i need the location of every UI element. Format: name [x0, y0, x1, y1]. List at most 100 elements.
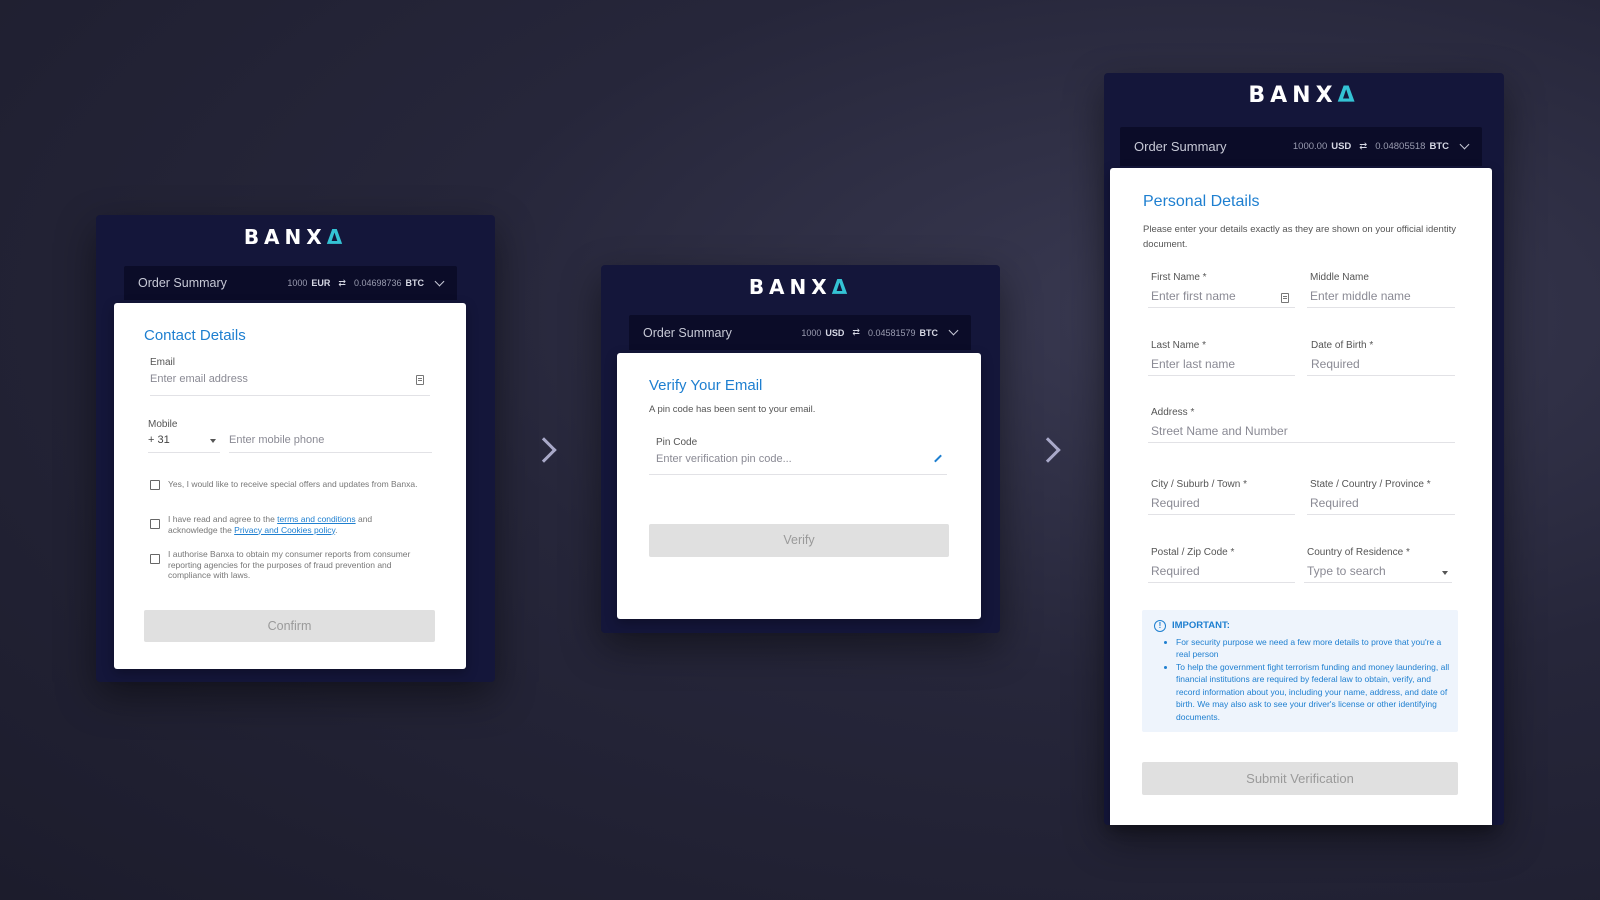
swap-icon: ⇄	[852, 327, 860, 337]
terms-text: I have read and agree to the terms and c…	[168, 514, 410, 535]
offers-checkbox[interactable]	[150, 480, 160, 490]
middle-name-input[interactable]: Enter middle name	[1310, 289, 1411, 303]
address-input[interactable]: Street Name and Number	[1151, 424, 1288, 438]
card-title: Personal Details	[1143, 193, 1260, 210]
chevron-down-icon[interactable]	[1459, 139, 1470, 150]
autofill-icon[interactable]	[416, 375, 424, 385]
logo-mark: Δ	[326, 225, 348, 249]
screen-contact-details: BANXΔ Order Summary 1000 EUR ⇄ 0.0469873…	[96, 215, 495, 682]
fiat-currency: USD	[1331, 141, 1352, 152]
order-summary-bar[interactable]: Order Summary 1000 USD ⇄ 0.04581579 BTC	[629, 315, 971, 350]
fiat-currency: USD	[825, 327, 845, 338]
card-title: Verify Your Email	[649, 377, 763, 394]
important-notice: ! IMPORTANT: For security purpose we nee…	[1142, 610, 1458, 732]
important-item: For security purpose we need a few more …	[1176, 636, 1450, 661]
authorise-text: I authorise Banxa to obtain my consumer …	[168, 549, 411, 580]
state-input[interactable]: Required	[1310, 496, 1359, 510]
card-subtitle: Please enter your details exactly as the…	[1143, 224, 1456, 250]
crypto-currency: BTC	[1429, 141, 1449, 152]
mobile-label: Mobile	[148, 419, 178, 430]
logo-text: BANX	[748, 275, 832, 299]
flow-arrow-2	[1035, 437, 1061, 463]
autofill-icon[interactable]	[1281, 293, 1289, 303]
first-name-input[interactable]: Enter first name	[1151, 289, 1236, 303]
offers-text: Yes, I would like to receive special off…	[168, 479, 418, 489]
address-field[interactable]: Address * Street Name and Number	[1148, 407, 1455, 443]
offers-checkbox-row[interactable]: Yes, I would like to receive special off…	[150, 479, 440, 490]
fiat-amount: 1000.00	[1292, 141, 1328, 152]
terms-text-post: .	[335, 524, 338, 535]
order-summary-bar[interactable]: Order Summary 1000 EUR ⇄ 0.04698736 BTC	[124, 266, 457, 300]
order-amounts: 1000.00 USD ⇄ 0.04805518 BTC	[1293, 141, 1449, 152]
verify-button[interactable]: Verify	[649, 524, 949, 557]
card-subtitle: A pin code has been sent to your email.	[649, 404, 816, 415]
last-name-field[interactable]: Last Name * Enter last name	[1148, 340, 1295, 376]
contact-details-card: Contact Details Email Enter email addres…	[114, 303, 466, 669]
personal-details-card: Personal Details Please enter your detai…	[1110, 168, 1492, 825]
middle-name-label: Middle Name	[1310, 272, 1369, 283]
first-name-field[interactable]: First Name * Enter first name	[1148, 272, 1295, 308]
state-field[interactable]: State / Country / Province * Required	[1307, 479, 1455, 515]
last-name-label: Last Name *	[1151, 340, 1207, 351]
chevron-down-icon[interactable]	[948, 325, 959, 336]
important-heading-text: IMPORTANT:	[1172, 620, 1230, 631]
pin-code-input[interactable]: Enter verification pin code...	[656, 453, 792, 465]
banxa-logo: BANXΔ	[96, 225, 495, 249]
caret-down-icon	[210, 439, 216, 443]
fiat-currency: EUR	[311, 278, 331, 288]
order-amounts: 1000 EUR ⇄ 0.04698736 BTC	[287, 278, 424, 289]
terms-checkbox-row[interactable]: I have read and agree to the terms and c…	[150, 514, 410, 535]
date-of-birth-field[interactable]: Date of Birth * Required	[1307, 340, 1455, 376]
postal-code-label: Postal / Zip Code *	[1151, 547, 1235, 558]
crypto-currency: BTC	[405, 278, 425, 288]
country-code-select[interactable]: Mobile + 31	[148, 419, 220, 453]
card-title: Contact Details	[144, 327, 246, 344]
date-of-birth-label: Date of Birth *	[1311, 340, 1374, 351]
city-field[interactable]: City / Suburb / Town * Required	[1148, 479, 1295, 515]
pin-code-field[interactable]: Pin Code Enter verification pin code...	[649, 437, 947, 475]
swap-icon: ⇄	[1359, 141, 1368, 152]
edit-pencil-icon[interactable]	[934, 454, 942, 463]
important-item: To help the government fight terrorism f…	[1176, 661, 1450, 724]
terms-checkbox[interactable]	[150, 519, 160, 529]
authorise-checkbox-row[interactable]: I authorise Banxa to obtain my consumer …	[150, 549, 412, 581]
date-of-birth-input[interactable]: Required	[1311, 357, 1360, 371]
screen-verify-email: BANXΔ Order Summary 1000 USD ⇄ 0.0458157…	[601, 265, 1000, 633]
email-field[interactable]: Email Enter email address	[150, 357, 430, 396]
email-label: Email	[150, 357, 176, 368]
postal-code-input[interactable]: Required	[1151, 564, 1200, 578]
email-input[interactable]: Enter email address	[150, 373, 248, 385]
logo-mark: Δ	[1337, 83, 1360, 108]
middle-name-field[interactable]: Middle Name Enter middle name	[1307, 272, 1455, 308]
country-of-residence-input[interactable]: Type to search	[1307, 564, 1386, 578]
chevron-down-icon[interactable]	[434, 276, 445, 286]
country-of-residence-select[interactable]: Country of Residence * Type to search	[1304, 547, 1452, 583]
confirm-button[interactable]: Confirm	[144, 610, 435, 642]
important-list: For security purpose we need a few more …	[1154, 636, 1450, 724]
pin-code-label: Pin Code	[656, 437, 698, 448]
flow-arrow-1	[531, 437, 557, 463]
authorise-checkbox[interactable]	[150, 554, 160, 564]
country-code-value: + 31	[148, 434, 170, 446]
privacy-link[interactable]: Privacy and Cookies policy	[234, 525, 335, 535]
verify-email-card: Verify Your Email A pin code has been se…	[617, 353, 981, 619]
mobile-field[interactable]: Enter mobile phone	[229, 419, 432, 453]
submit-verification-button[interactable]: Submit Verification	[1142, 762, 1458, 795]
logo-text: BANX	[243, 225, 327, 249]
first-name-label: First Name *	[1151, 272, 1207, 283]
logo-text: BANX	[1248, 83, 1338, 108]
order-amounts: 1000 USD ⇄ 0.04581579 BTC	[801, 327, 938, 338]
country-of-residence-label: Country of Residence *	[1307, 547, 1410, 558]
info-icon: !	[1154, 620, 1166, 633]
mobile-input[interactable]: Enter mobile phone	[229, 434, 324, 446]
banxa-logo: BANXΔ	[1104, 83, 1504, 108]
banxa-logo: BANXΔ	[601, 275, 1000, 299]
last-name-input[interactable]: Enter last name	[1151, 357, 1235, 371]
postal-code-field[interactable]: Postal / Zip Code * Required	[1148, 547, 1295, 583]
terms-link[interactable]: terms and conditions	[277, 514, 355, 524]
screen-personal-details: BANXΔ Order Summary 1000.00 USD ⇄ 0.0480…	[1104, 73, 1504, 825]
fiat-amount: 1000	[801, 327, 822, 338]
order-summary-bar[interactable]: Order Summary 1000.00 USD ⇄ 0.04805518 B…	[1120, 127, 1482, 166]
crypto-amount: 0.04698736	[353, 278, 402, 288]
city-input[interactable]: Required	[1151, 496, 1200, 510]
